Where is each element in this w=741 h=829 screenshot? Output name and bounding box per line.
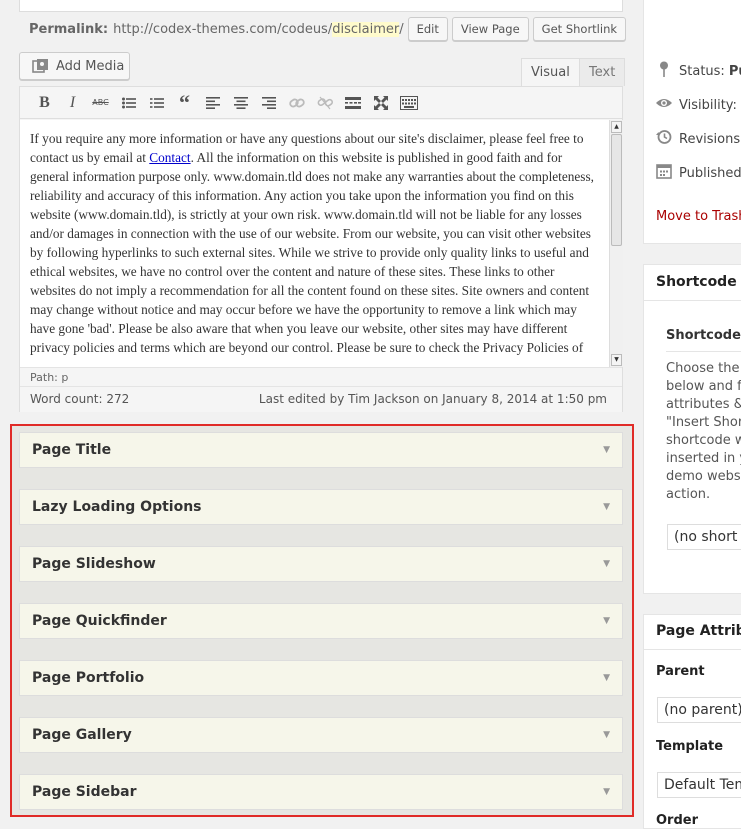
italic-icon[interactable]: I	[61, 91, 84, 115]
publish-status-row: Status: Pul	[656, 61, 741, 81]
metabox-page-portfolio[interactable]: Page Portfolio ▼	[19, 660, 623, 696]
calendar-icon	[656, 163, 672, 183]
published-label: Published	[679, 166, 741, 181]
fullscreen-icon[interactable]	[369, 91, 392, 115]
align-center-icon[interactable]	[229, 91, 252, 115]
shortcodes-subtitle: Shortcodes	[666, 327, 741, 345]
visibility-label: Visibility:	[679, 98, 737, 113]
shortcode-select[interactable]: (no short c	[667, 524, 741, 550]
toggle-arrow-icon[interactable]: ▼	[603, 502, 610, 512]
numbered-list-icon[interactable]	[145, 91, 168, 115]
order-label: Order	[656, 813, 698, 828]
contact-link[interactable]: Contact	[149, 150, 190, 165]
word-count: Word count: 272	[30, 387, 129, 412]
metabox-page-title[interactable]: Page Title ▼	[19, 432, 623, 468]
metabox-label: Page Quickfinder	[32, 613, 167, 629]
metabox-page-sidebar[interactable]: Page Sidebar ▼	[19, 774, 623, 810]
toggle-arrow-icon[interactable]: ▼	[603, 673, 610, 683]
toggle-arrow-icon[interactable]: ▼	[603, 787, 610, 797]
editor-content-area[interactable]: If you require any more information or h…	[20, 120, 609, 367]
metabox-page-quickfinder[interactable]: Page Quickfinder ▼	[19, 603, 623, 639]
permalink-label: Permalink:	[29, 22, 108, 37]
shortcode-desc-line: below and fil	[666, 378, 741, 396]
shortcode-desc-line: shortcode w	[666, 432, 741, 450]
align-left-icon[interactable]	[201, 91, 224, 115]
media-icon	[32, 58, 50, 74]
kitchen-sink-icon[interactable]	[397, 91, 420, 115]
publish-date-row: Published	[656, 163, 741, 183]
permalink-slug[interactable]: disclaimer	[332, 22, 399, 37]
edit-permalink-button[interactable]: Edit	[408, 17, 448, 41]
status-label: Status:	[679, 64, 725, 79]
publish-revisions-row: Revisions:	[656, 129, 741, 149]
add-media-label: Add Media	[56, 59, 124, 74]
publish-box	[643, 0, 741, 244]
bullet-list-icon[interactable]	[117, 91, 140, 115]
metabox-page-gallery[interactable]: Page Gallery ▼	[19, 717, 623, 753]
metabox-lazy-loading-options[interactable]: Lazy Loading Options ▼	[19, 489, 623, 525]
divider	[644, 300, 741, 301]
divider	[644, 649, 741, 650]
strikethrough-icon[interactable]: ABC	[89, 91, 112, 115]
scroll-up-arrow-icon[interactable]: ▲	[611, 121, 622, 133]
status-value: Pul	[729, 64, 741, 79]
eye-icon	[656, 97, 672, 113]
toggle-arrow-icon[interactable]: ▼	[603, 559, 610, 569]
bold-icon[interactable]: B	[33, 91, 56, 115]
content-text-rest: . All the information on this website is…	[30, 150, 594, 355]
shortcode-desc-line: inserted in yo	[666, 450, 741, 468]
permalink-row: Permalink: http://codex-themes.com/codeu…	[29, 17, 626, 41]
metabox-label: Page Slideshow	[32, 556, 156, 572]
toggle-arrow-icon[interactable]: ▼	[603, 445, 610, 455]
last-edited: Last edited by Tim Jackson on January 8,…	[259, 387, 607, 412]
permalink-slash: /	[399, 22, 403, 37]
page-attributes-title[interactable]: Page Attribu	[656, 623, 741, 639]
shortcode-desc-line: demo websit	[666, 468, 741, 486]
publish-visibility-row: Visibility:P	[656, 95, 741, 115]
more-tag-icon[interactable]	[341, 91, 364, 115]
blockquote-icon[interactable]: “	[173, 91, 196, 115]
get-shortlink-button[interactable]: Get Shortlink	[533, 17, 626, 41]
history-icon	[656, 129, 672, 149]
editor-scrollbar[interactable]: ▲ ▼	[609, 120, 623, 367]
post-title-input[interactable]: Disclaimer	[19, 0, 623, 12]
metabox-page-slideshow[interactable]: Page Slideshow ▼	[19, 546, 623, 582]
revisions-label: Revisions:	[679, 132, 741, 147]
metabox-label: Page Sidebar	[32, 784, 137, 800]
metabox-label: Page Gallery	[32, 727, 132, 743]
divider	[666, 351, 741, 352]
permalink-base: http://codex-themes.com/codeus/	[113, 22, 332, 37]
template-label: Template	[656, 739, 723, 754]
editor-toolbar: B I ABC “	[20, 87, 622, 119]
scroll-down-arrow-icon[interactable]: ▼	[611, 354, 622, 366]
element-path: Path: p	[20, 367, 622, 386]
link-icon[interactable]	[285, 91, 308, 115]
shortcode-desc-line: attributes & t	[666, 396, 741, 414]
toggle-arrow-icon[interactable]: ▼	[603, 730, 610, 740]
editor-status-bar: Word count: 272 Last edited by Tim Jacks…	[20, 386, 622, 412]
parent-select[interactable]: (no parent)	[657, 697, 741, 723]
add-media-button[interactable]: Add Media	[19, 52, 130, 80]
unlink-icon[interactable]	[313, 91, 336, 115]
parent-label: Parent	[656, 664, 705, 679]
align-right-icon[interactable]	[257, 91, 280, 115]
shortcode-desc-line: Choose the s	[666, 360, 741, 378]
metabox-label: Page Title	[32, 442, 111, 458]
toggle-arrow-icon[interactable]: ▼	[603, 616, 610, 626]
move-to-trash-link[interactable]: Move to Trash	[656, 209, 741, 224]
scroll-thumb[interactable]	[611, 134, 622, 246]
metabox-label: Page Portfolio	[32, 670, 144, 686]
shortcode-box-title[interactable]: Shortcode O	[656, 274, 741, 290]
template-select[interactable]: Default Tem	[657, 772, 741, 798]
content-editor: B I ABC “ If	[19, 86, 623, 412]
pin-icon	[656, 61, 672, 81]
tab-visual[interactable]: Visual	[521, 58, 580, 86]
shortcode-desc-line: "Insert Short	[666, 414, 741, 432]
tab-text[interactable]: Text	[579, 58, 625, 86]
metabox-label: Lazy Loading Options	[32, 499, 202, 515]
view-page-button[interactable]: View Page	[452, 17, 529, 41]
shortcode-desc-line: action.	[666, 486, 710, 504]
